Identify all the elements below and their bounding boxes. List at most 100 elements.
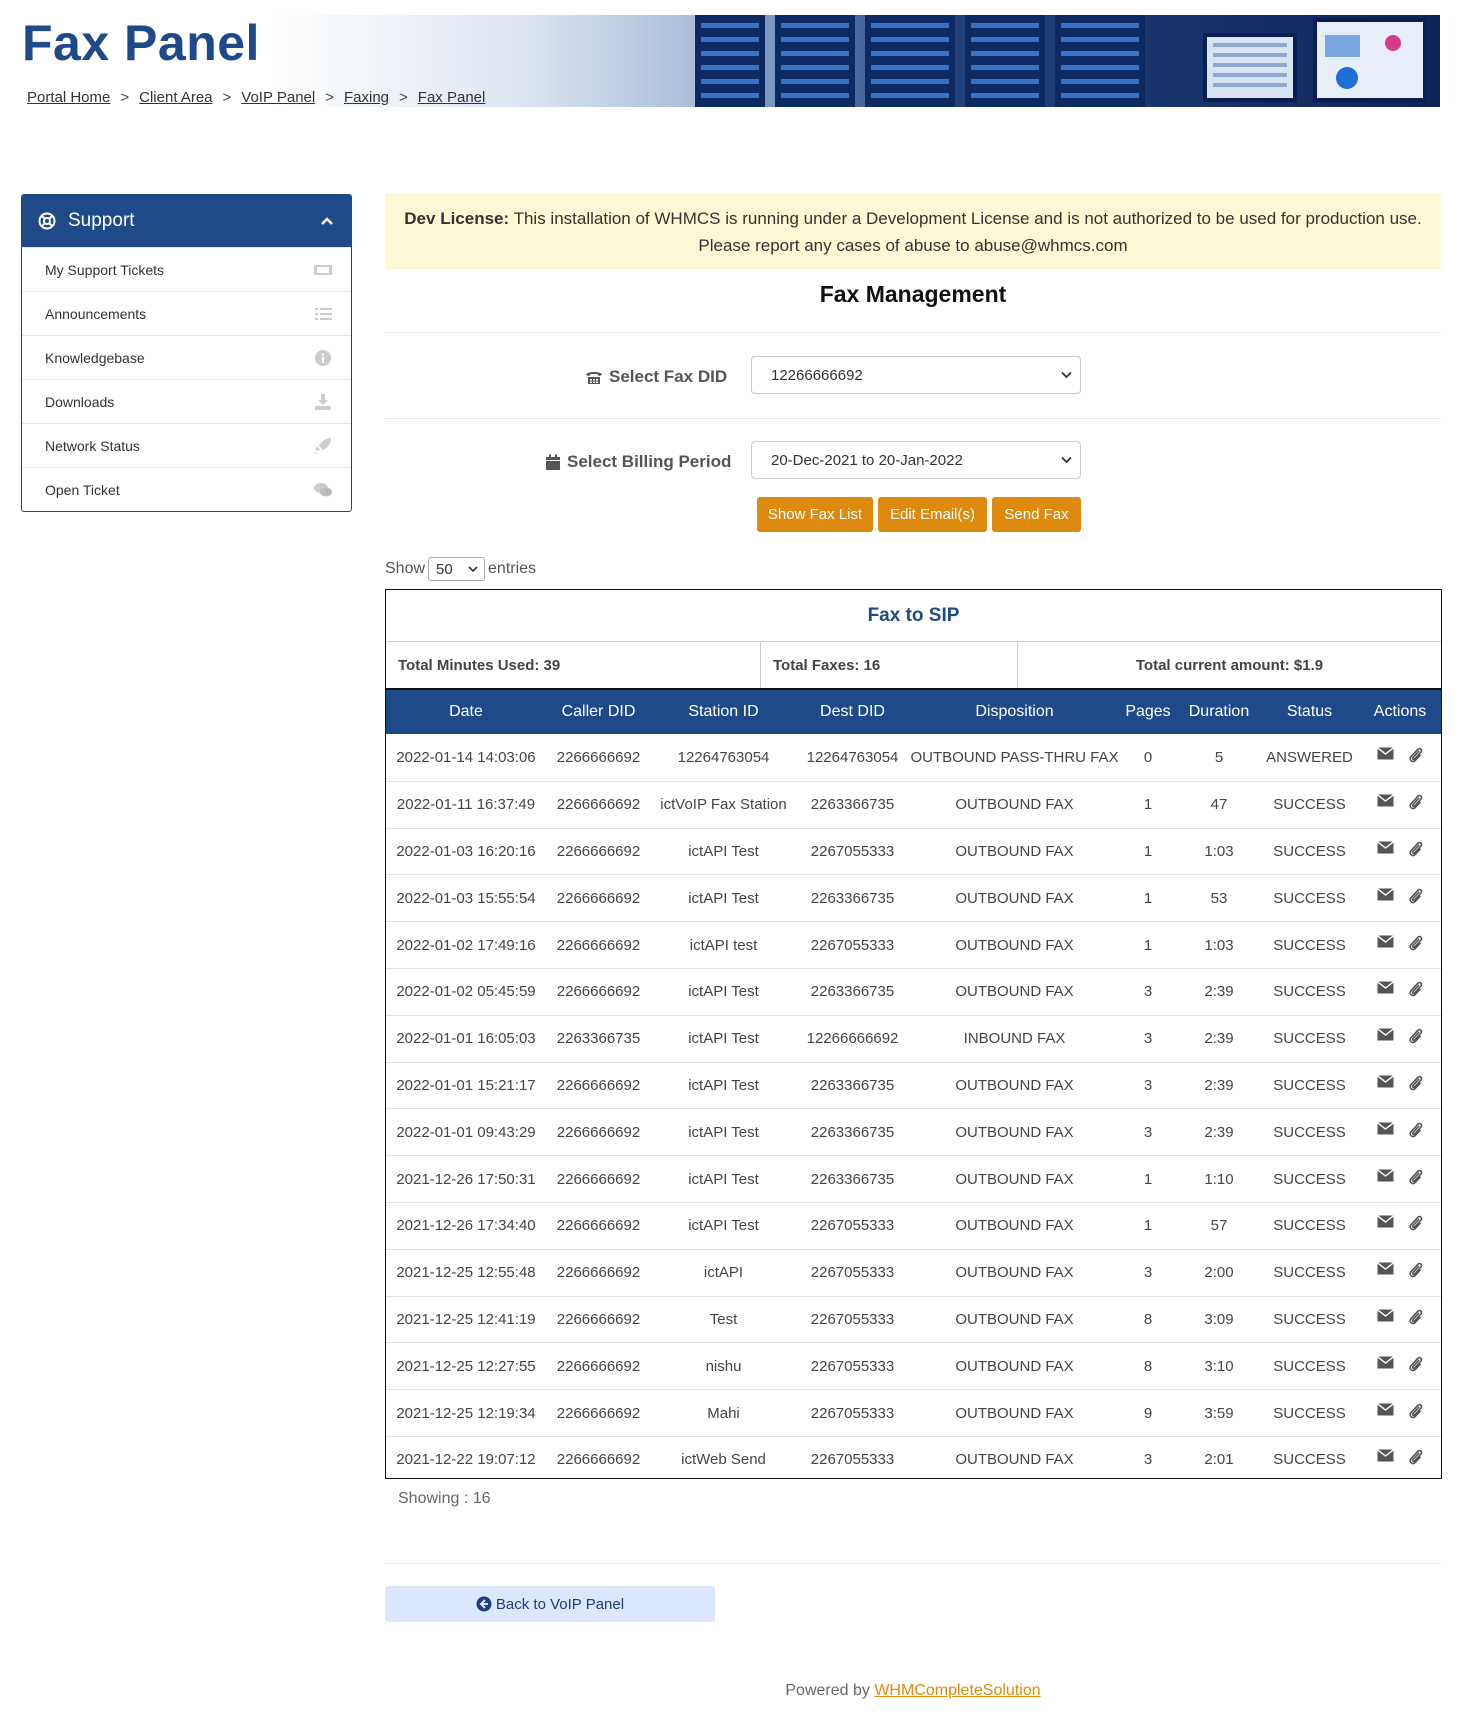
breadcrumb-voip-panel[interactable]: VoIP Panel [241,89,315,106]
sidebar-item-open-ticket[interactable]: Open Ticket [22,467,351,511]
paperclip-icon[interactable] [1408,1075,1423,1096]
paperclip-icon[interactable] [1408,1449,1423,1470]
email-icon[interactable] [1377,888,1394,909]
sidebar-header[interactable]: Support [22,195,351,247]
email-icon[interactable] [1377,1449,1394,1470]
cell-date: 2022-01-01 16:05:03 [396,1030,536,1048]
cell-status: SUCCESS [1273,1264,1346,1282]
email-icon[interactable] [1377,1122,1394,1143]
edit-emails-button[interactable]: Edit Email(s) [878,497,987,532]
fax-did-label-text: Select Fax DID [609,367,728,386]
chevron-up-icon[interactable] [319,213,335,229]
table-row: 2022-01-02 05:45:59 2266666692 ictAPI Test… [386,967,1441,1015]
cell-station-id: ictAPI Test [688,889,759,907]
email-icon[interactable] [1377,1075,1394,1096]
entries-value: 50 [436,560,453,578]
footer-link[interactable]: WHMCompleteSolution [874,1682,1040,1699]
email-icon[interactable] [1377,1028,1394,1049]
cell-station-id: ictAPI [703,1264,744,1282]
billing-period-select[interactable]: 20-Dec-2021 to 20-Jan-2022 [751,441,1081,479]
chevron-down-icon [1061,456,1072,464]
cell-station-id: ictAPI Test [688,983,759,1001]
col-station-id[interactable]: Station ID [651,703,796,721]
sidebar-item-network-status[interactable]: Network Status [22,423,351,467]
cell-date: 2021-12-25 12:27:55 [396,1357,536,1375]
email-icon[interactable] [1377,934,1394,956]
sidebar-item-announcements[interactable]: Announcements [22,291,351,335]
cell-pages: 3 [1143,1264,1153,1282]
entries-select[interactable]: 50 [428,557,486,581]
breadcrumb-fax-panel[interactable]: Fax Panel [418,89,486,106]
col-disposition[interactable]: Disposition [909,703,1120,721]
show-fax-list-button[interactable]: Show Fax List [757,497,873,532]
fax-did-select[interactable]: 12266666692 [751,356,1081,394]
email-icon[interactable] [1377,981,1394,1002]
col-status[interactable]: Status [1262,703,1357,721]
cell-caller-did: 2266666692 [556,1217,641,1235]
col-date[interactable]: Date [386,703,546,721]
cell-caller-did: 2266666692 [556,1076,641,1094]
email-icon[interactable] [1377,1168,1394,1190]
cell-date: 2021-12-25 12:41:19 [396,1310,536,1328]
paperclip-icon[interactable] [1408,794,1423,815]
paperclip-icon[interactable] [1408,1309,1423,1330]
cell-caller-did: 2266666692 [556,983,641,1001]
table-row: 2022-01-03 15:55:54 2266666692 ictAPI Test… [386,874,1441,921]
cell-duration: 1:03 [1204,936,1234,954]
email-icon[interactable] [1377,1309,1394,1330]
breadcrumb-portal-home[interactable]: Portal Home [27,89,110,106]
breadcrumb-faxing[interactable]: Faxing [344,89,389,106]
email-icon[interactable] [1377,1402,1394,1424]
paperclip-icon[interactable] [1408,1215,1423,1236]
sidebar-item-my-support-tickets[interactable]: My Support Tickets [22,247,351,291]
alert-label: Dev License: [404,209,510,228]
paperclip-icon[interactable] [1408,1169,1423,1190]
email-icon[interactable] [1377,841,1394,862]
paperclip-icon[interactable] [1408,888,1423,909]
col-pages[interactable]: Pages [1120,703,1176,721]
sidebar-item-label: Downloads [45,393,115,410]
breadcrumb-client-area[interactable]: Client Area [139,89,212,106]
paperclip-icon[interactable] [1408,1403,1423,1424]
email-icon[interactable] [1377,747,1394,768]
cell-duration: 2:39 [1204,1030,1234,1048]
paperclip-icon[interactable] [1408,747,1423,768]
table-row: 2021-12-25 12:19:34 2266666692 Mahi 2267055… [386,1389,1441,1436]
cell-actions [1357,1028,1443,1049]
cell-pages: 8 [1143,1310,1153,1328]
email-icon[interactable] [1377,794,1394,815]
cell-status: ANSWERED [1266,748,1353,766]
cell-date: 2021-12-26 17:34:40 [396,1217,536,1235]
cell-actions [1357,934,1443,956]
col-duration[interactable]: Duration [1176,703,1262,721]
cell-actions [1357,1122,1443,1143]
paperclip-icon[interactable] [1408,1356,1423,1377]
cell-actions [1357,1309,1443,1330]
paperclip-icon[interactable] [1408,1262,1423,1283]
send-fax-button[interactable]: Send Fax [992,497,1081,532]
sidebar-item-downloads[interactable]: Downloads [22,379,351,423]
email-icon[interactable] [1377,1262,1394,1283]
cell-date: 2021-12-26 17:50:31 [396,1170,536,1188]
support-icon [38,212,56,230]
email-icon[interactable] [1377,1355,1394,1377]
back-to-voip-panel-button[interactable]: Back to VoIP Panel [385,1586,715,1622]
cell-duration: 5 [1214,748,1224,766]
email-icon[interactable] [1377,1215,1394,1236]
cell-station-id: Mahi [707,1404,740,1422]
cell-duration: 47 [1210,796,1228,814]
cell-date: 2022-01-14 14:03:06 [396,748,536,766]
paperclip-icon[interactable] [1408,981,1423,1002]
fax-management-title: Fax Management [819,281,1007,307]
sidebar-item-knowledgebase[interactable]: Knowledgebase [22,335,351,379]
cell-status: SUCCESS [1273,1123,1346,1141]
table-row: 2022-01-02 17:49:16 2266666692 ictAPI test… [386,921,1441,968]
paperclip-icon[interactable] [1408,1122,1423,1143]
paperclip-icon[interactable] [1408,935,1423,956]
col-caller-did[interactable]: Caller DID [546,703,651,721]
table-row: 2021-12-25 12:55:48 2266666692 ictAPI 22670… [386,1248,1441,1296]
paperclip-icon[interactable] [1408,841,1423,862]
paperclip-icon[interactable] [1408,1028,1423,1049]
breadcrumb-separator: > [120,89,130,106]
col-dest-did[interactable]: Dest DID [796,703,909,721]
